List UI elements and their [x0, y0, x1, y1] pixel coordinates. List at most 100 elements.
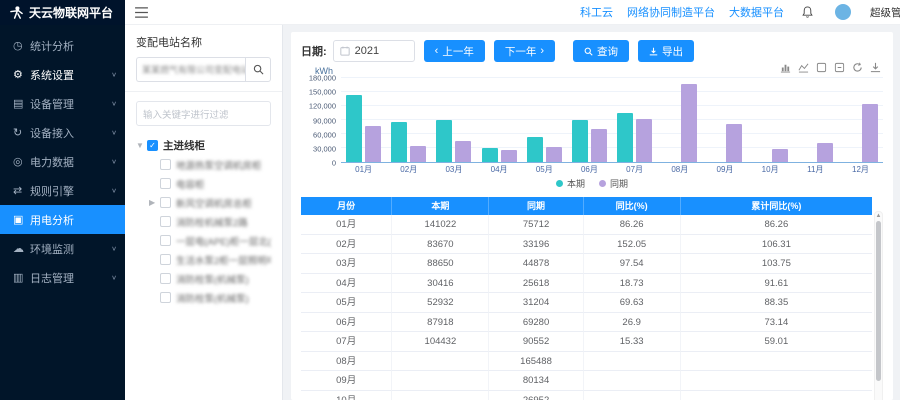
tree-child-row[interactable]: 地源热泵空调机房柜 — [136, 155, 271, 174]
prev-year-button[interactable]: ‹ 上一年 — [424, 40, 485, 62]
x-tick-label: 08月 — [657, 164, 702, 175]
tree-child-label[interactable]: 消防栓泵(机械泵) — [176, 272, 249, 286]
bar-chart-icon[interactable] — [780, 62, 791, 73]
checkbox-unchecked[interactable] — [160, 273, 171, 284]
station-tree: ▼ ✓ 主进线柜 地源热泵空调机房柜电容柜 ▶ 新风空调机房总柜消防栓机械泵2路一层… — [136, 136, 271, 307]
tree-child-label[interactable]: 地源热泵空调机房柜 — [176, 158, 262, 172]
legend-item-本期[interactable]: 本期 — [556, 177, 585, 190]
checkbox-unchecked[interactable] — [160, 178, 171, 189]
checkbox-unchecked[interactable] — [160, 292, 171, 303]
power-analysis-icon: ▣ — [13, 213, 30, 226]
sidebar-item-log-manage[interactable]: ▥日志管理∨ — [0, 263, 125, 292]
tree-parent-label[interactable]: 主进线柜 — [163, 138, 205, 153]
menu-fold-icon[interactable] — [135, 7, 148, 18]
x-tick-label: 09月 — [702, 164, 747, 175]
table-scrollbar[interactable]: ▲ — [874, 211, 883, 400]
sidebar-item-stats[interactable]: ◷统计分析 — [0, 31, 125, 60]
table-cell: 26952 — [489, 391, 583, 400]
tree-filter-input[interactable]: 输入关键字进行过滤 — [136, 101, 271, 126]
restore-box-icon[interactable] — [834, 62, 845, 73]
app-logo: 天云物联网平台 — [0, 0, 125, 25]
data-view-icon[interactable] — [816, 62, 827, 73]
sidebar-item-label: 环境监测 — [30, 241, 111, 257]
link-kegongyun[interactable]: 科工云 — [580, 4, 613, 20]
chevron-right-icon: › — [540, 45, 544, 57]
energy-bar-chart: kWh 030,00060,00090,000120,000150,000180… — [301, 66, 883, 190]
rule-engine-icon: ⇄ — [13, 184, 30, 197]
notification-bell-icon[interactable] — [802, 6, 813, 18]
link-bigdata-platform[interactable]: 大数据平台 — [729, 4, 784, 20]
table-cell: 05月 — [301, 293, 392, 313]
tree-child-row[interactable]: 一层电(APE)柜一层北(APE)主 — [136, 231, 271, 250]
tree-child-row[interactable]: 消防栓机械泵2路 — [136, 212, 271, 231]
sidebar-item-settings[interactable]: ⚙系统设置∨ — [0, 60, 125, 89]
tree-child-label[interactable]: 一层电(APE)柜一层北(APE)主 — [176, 234, 271, 248]
tree-child-row[interactable]: 消防栓泵(机械泵) — [136, 269, 271, 288]
table-cell: 87918 — [392, 313, 489, 333]
caret-down-icon[interactable]: ▼ — [136, 141, 147, 150]
tree-child-row[interactable]: 生活水泵2柜一层照明电泵 — [136, 250, 271, 269]
device-manage-icon: ▤ — [13, 97, 30, 110]
download-icon[interactable] — [870, 62, 881, 73]
checkbox-unchecked[interactable] — [160, 254, 171, 265]
sidebar-item-power-data[interactable]: ◎电力数据∨ — [0, 147, 125, 176]
query-button[interactable]: 查询 — [573, 40, 629, 62]
bar-group-12月 — [838, 78, 883, 162]
sidebar-item-rule-engine[interactable]: ⇄规则引擎∨ — [0, 176, 125, 205]
station-search-button[interactable] — [245, 57, 271, 82]
scroll-up-icon[interactable]: ▲ — [875, 212, 882, 220]
table-cell: 02月 — [301, 235, 392, 255]
tree-child-label[interactable]: 消防栓泵(机械泵) — [176, 291, 249, 305]
bar-group-03月 — [431, 78, 476, 162]
bar-本期-06月 — [572, 120, 588, 162]
station-search-input[interactable]: 某某燃气有限公司变配电站 — [136, 57, 245, 82]
table-cell: 15.33 — [584, 332, 681, 352]
checkbox-unchecked[interactable] — [160, 197, 171, 208]
tree-child-label[interactable]: 新风空调机房总柜 — [176, 196, 252, 210]
table-cell — [681, 371, 872, 391]
user-avatar[interactable] — [835, 4, 851, 20]
table-cell: 86.26 — [584, 215, 681, 235]
x-tick-label: 04月 — [477, 164, 522, 175]
checkbox-checked[interactable]: ✓ — [147, 140, 158, 151]
table-cell: 31204 — [489, 293, 583, 313]
analysis-card: 日期: 2021 ‹ 上一年 下一年 › — [291, 32, 893, 400]
table-cell: 30416 — [392, 274, 489, 294]
top-links: 科工云 网络协同制造平台 大数据平台 超级管理员 — [580, 4, 900, 20]
tree-child-label[interactable]: 电容柜 — [176, 177, 205, 191]
table-cell: 52932 — [392, 293, 489, 313]
caret-right-icon[interactable]: ▶ — [149, 198, 160, 207]
table-cell: 44878 — [489, 254, 583, 274]
table-cell — [681, 391, 872, 400]
export-button[interactable]: 导出 — [638, 40, 694, 62]
sidebar-item-device-access[interactable]: ↻设备接入∨ — [0, 118, 125, 147]
tree-child-label[interactable]: 生活水泵2柜一层照明电泵 — [176, 253, 271, 267]
year-picker-input[interactable]: 2021 — [333, 40, 415, 62]
tree-child-row[interactable]: ▶ 新风空调机房总柜 — [136, 193, 271, 212]
username-label[interactable]: 超级管理员 — [870, 5, 900, 20]
sidebar-item-label: 统计分析 — [30, 38, 117, 54]
link-network-platform[interactable]: 网络协同制造平台 — [627, 4, 715, 20]
checkbox-unchecked[interactable] — [160, 216, 171, 227]
sidebar-item-env-monitor[interactable]: ☁环境监测∨ — [0, 234, 125, 263]
bar-同期-04月 — [501, 150, 517, 162]
tree-child-row[interactable]: 电容柜 — [136, 174, 271, 193]
table-header-cell: 同期 — [489, 197, 583, 215]
checkbox-unchecked[interactable] — [160, 235, 171, 246]
scrollbar-thumb[interactable] — [876, 221, 881, 381]
y-tick-label: 0 — [332, 159, 336, 168]
table-header-cell: 累计同比(%) — [681, 197, 872, 215]
plot-area — [341, 78, 883, 163]
tree-child-label[interactable]: 消防栓机械泵2路 — [176, 215, 248, 229]
sidebar-item-device-manage[interactable]: ▤设备管理∨ — [0, 89, 125, 118]
tree-child-row[interactable]: 消防栓泵(机械泵) — [136, 288, 271, 307]
refresh-icon[interactable] — [852, 62, 863, 73]
next-year-button[interactable]: 下一年 › — [494, 40, 555, 62]
sidebar-item-power-analysis[interactable]: ▣用电分析 — [0, 205, 125, 234]
tree-parent-row[interactable]: ▼ ✓ 主进线柜 — [136, 136, 271, 155]
bar-group-04月 — [477, 78, 522, 162]
legend-item-同期[interactable]: 同期 — [599, 177, 628, 190]
checkbox-unchecked[interactable] — [160, 159, 171, 170]
line-chart-icon[interactable] — [798, 62, 809, 73]
sidebar-item-label: 用电分析 — [30, 212, 117, 228]
